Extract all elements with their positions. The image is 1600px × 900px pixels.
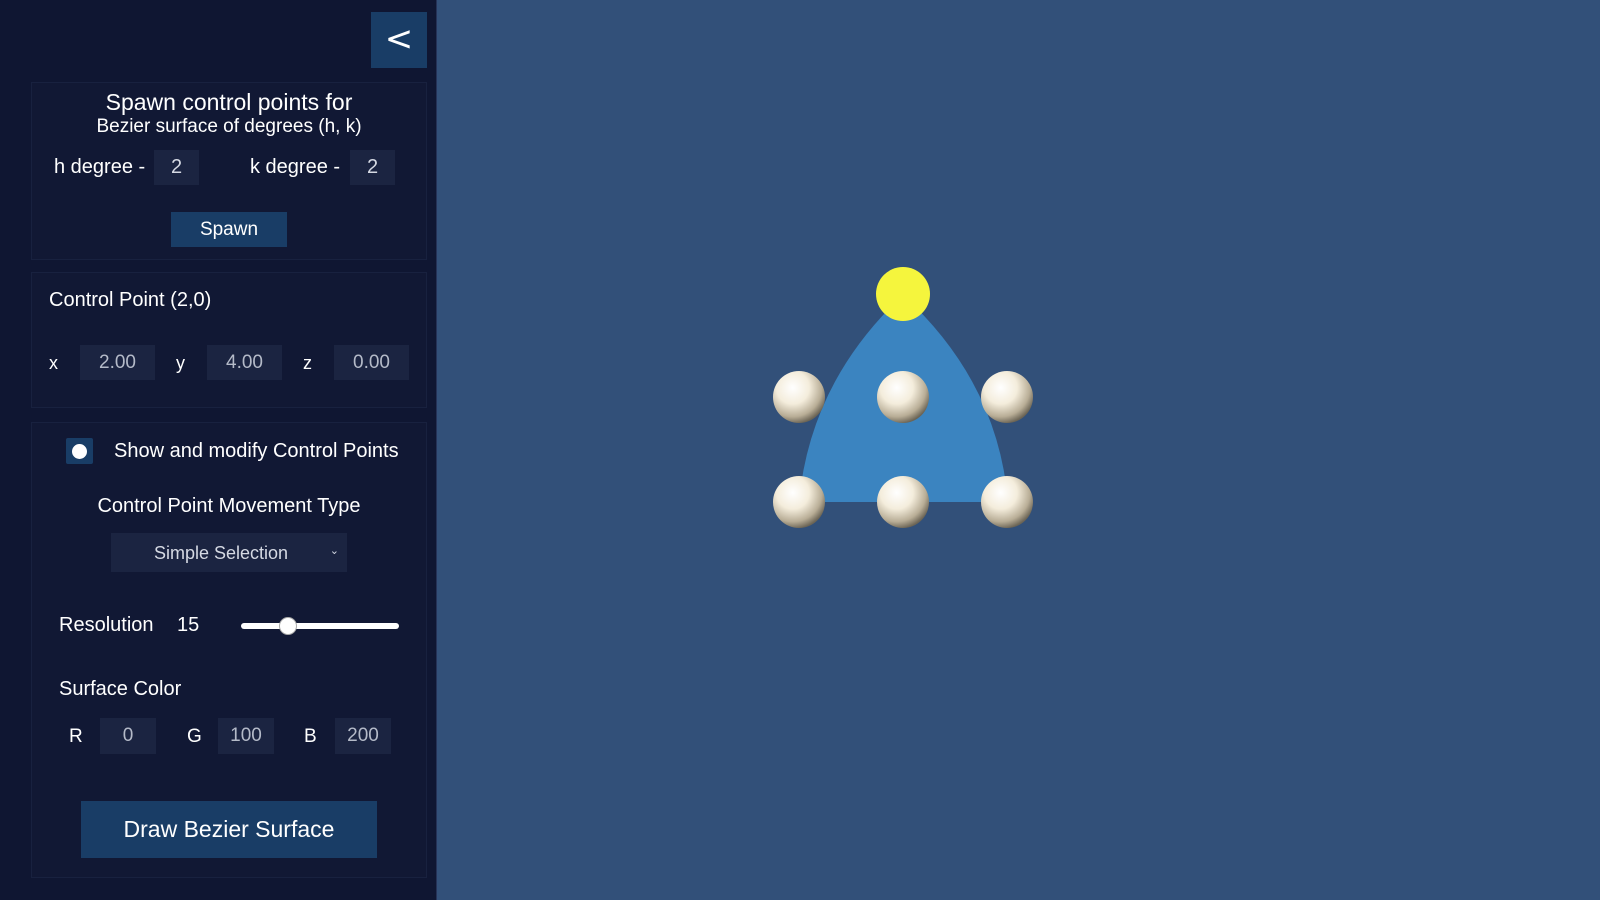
- show-control-points-label: Show and modify Control Points: [114, 440, 399, 462]
- k-degree-input[interactable]: 2: [350, 150, 395, 185]
- control-point-sphere[interactable]: [877, 371, 929, 423]
- show-control-points-toggle[interactable]: [66, 438, 93, 464]
- draw-bezier-surface-button[interactable]: Draw Bezier Surface: [81, 801, 377, 858]
- y-input[interactable]: 4.00: [207, 345, 282, 380]
- h-degree-input[interactable]: 2: [154, 150, 199, 185]
- resolution-label: Resolution: [59, 614, 154, 636]
- slider-track: [241, 623, 399, 629]
- options-section: Show and modify Control Points Control P…: [31, 422, 427, 878]
- control-point-sphere[interactable]: [981, 476, 1033, 528]
- z-input[interactable]: 0.00: [334, 345, 409, 380]
- surface-color-title: Surface Color: [59, 678, 182, 700]
- spawn-title: Spawn control points for: [105, 89, 353, 115]
- control-point-title: Control Point (2,0): [49, 289, 212, 311]
- selected-control-point[interactable]: [876, 267, 930, 321]
- k-degree-label: k degree -: [250, 156, 341, 178]
- collapse-panel-button[interactable]: <: [371, 12, 427, 68]
- movement-type-title: Control Point Movement Type: [97, 495, 361, 517]
- control-point-sphere[interactable]: [877, 476, 929, 528]
- slider-thumb[interactable]: [279, 617, 298, 635]
- 3d-viewport[interactable]: [438, 0, 1600, 900]
- g-label: G: [187, 726, 202, 747]
- h-degree-label: h degree -: [54, 156, 146, 178]
- control-point-section: Control Point (2,0) x 2.00 y 4.00 z 0.00: [31, 272, 427, 408]
- resolution-slider[interactable]: [241, 616, 399, 636]
- z-label: z: [303, 353, 312, 373]
- movement-type-dropdown[interactable]: Simple Selection ⌄: [111, 533, 347, 572]
- movement-type-value: Simple Selection: [153, 543, 289, 563]
- g-input[interactable]: 100: [218, 718, 274, 754]
- spawn-subtitle: Bezier surface of degrees (h, k): [96, 116, 362, 137]
- r-label: R: [69, 726, 83, 747]
- r-input[interactable]: 0: [100, 718, 156, 754]
- scene-svg: [773, 267, 1033, 528]
- spawn-button[interactable]: Spawn: [171, 212, 287, 247]
- y-label: y: [176, 353, 185, 373]
- x-label: x: [49, 353, 58, 373]
- control-point-sphere[interactable]: [773, 476, 825, 528]
- b-input[interactable]: 200: [335, 718, 391, 754]
- b-label: B: [304, 726, 317, 747]
- toggle-knob: [72, 444, 87, 459]
- chevron-down-icon: ⌄: [329, 545, 339, 557]
- spawn-section: Spawn control points for Bezier surface …: [31, 82, 427, 260]
- side-panel: < Spawn control points for Bezier surfac…: [0, 0, 437, 900]
- x-input[interactable]: 2.00: [80, 345, 155, 380]
- control-point-sphere[interactable]: [773, 371, 825, 423]
- resolution-value: 15: [177, 614, 200, 636]
- control-point-sphere[interactable]: [981, 371, 1033, 423]
